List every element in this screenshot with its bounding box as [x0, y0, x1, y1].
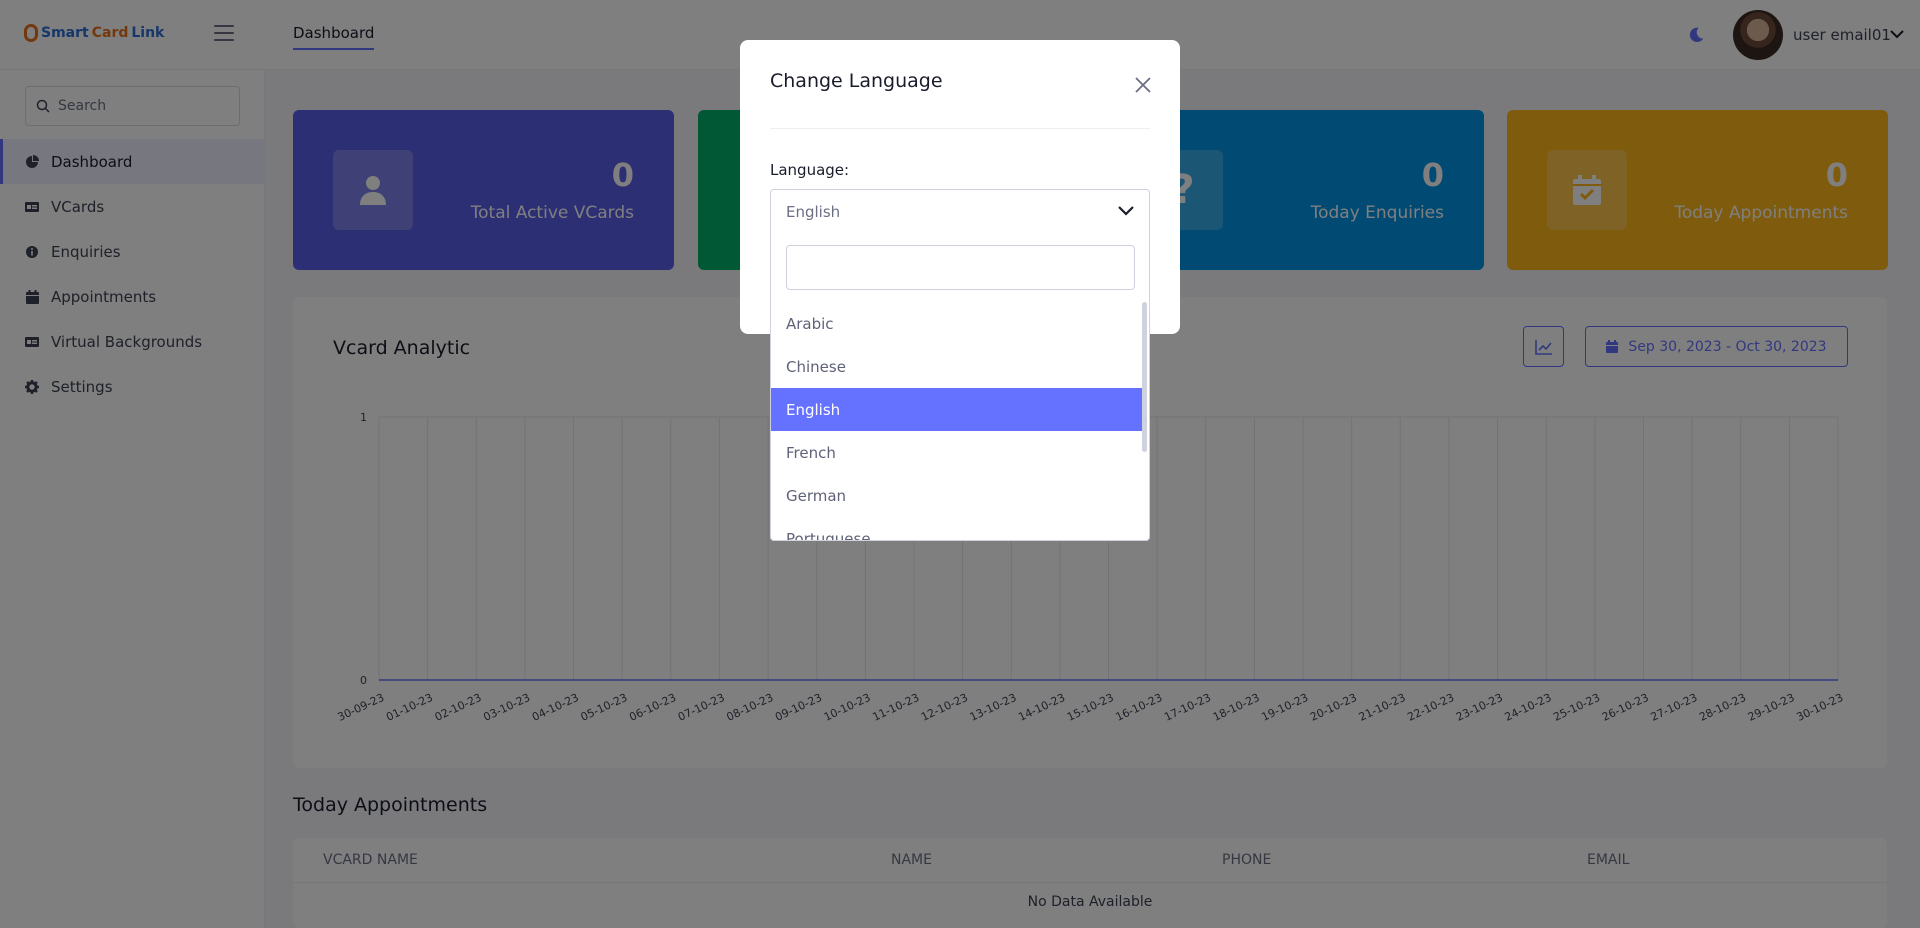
language-label: Language:	[770, 161, 850, 179]
language-option[interactable]: German	[771, 474, 1144, 517]
language-select[interactable]: English	[770, 189, 1150, 234]
language-options: Arabic Chinese English French German Por…	[771, 302, 1144, 541]
dropdown-search[interactable]	[786, 245, 1135, 290]
language-option[interactable]: Portuguese	[771, 517, 1144, 541]
divider	[770, 128, 1150, 129]
chevron-down-icon	[1118, 206, 1134, 216]
close-icon[interactable]	[1134, 76, 1152, 94]
selected-language: English	[786, 202, 841, 221]
modal-title: Change Language	[770, 70, 943, 92]
dropdown-search-input[interactable]	[787, 246, 1134, 289]
language-dropdown: Arabic Chinese English French German Por…	[770, 233, 1150, 541]
dropdown-scrollbar[interactable]	[1142, 302, 1147, 452]
language-option[interactable]: Chinese	[771, 345, 1144, 388]
language-option[interactable]: French	[771, 431, 1144, 474]
language-option[interactable]: Arabic	[771, 302, 1144, 345]
language-option-selected[interactable]: English	[771, 388, 1144, 431]
